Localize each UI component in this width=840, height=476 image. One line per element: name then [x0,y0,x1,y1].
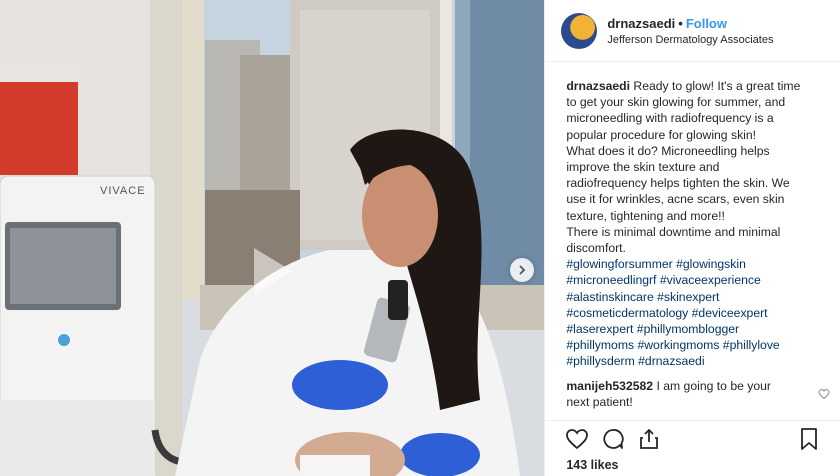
separator-dot: • [678,15,683,31]
comment-text-cont: next patient! [566,394,633,409]
caption-line: to get your skin glowing for summer, and [566,95,786,110]
avatar[interactable] [561,12,598,49]
comment-like-heart-icon[interactable] [818,388,830,400]
likes-count[interactable]: 143 likes [566,458,618,472]
play-icon[interactable] [232,236,302,306]
header-text: drnazsaedi • Follow Jefferson Dermatology … [607,16,773,46]
caption-area: drnazsaedi Ready to glow! It's a great t… [545,78,840,418]
comment-item: manijeh532582 I am going to be your next… [566,378,830,410]
caption-username[interactable]: drnazsaedi [566,79,630,93]
caption-line: improve the skin texture and [566,160,720,175]
share-icon[interactable] [637,427,661,451]
post-sidebar: drnazsaedi • Follow Jefferson Dermatology … [544,0,840,476]
hashtag-line[interactable]: #phillysderm #drnazsaedi [566,353,816,369]
caption-line: Ready to glow! It's a great time [633,79,801,93]
caption-line: use it for wrinkles, acne scars, even sk… [566,192,785,207]
hashtag-line[interactable]: #alastinskincare #skinexpert [566,289,816,305]
caption-line: microneedling with radiofrequency is a [566,111,774,126]
post-header: drnazsaedi • Follow Jefferson Dermatology … [545,0,840,62]
comment-first-line: manijeh532582 I am going to be your [566,378,816,394]
comment-text: I am going to be your [656,378,771,393]
hashtag-line[interactable]: #cosmeticdermatology #deviceexpert [566,305,816,321]
hashtag-line[interactable]: #phillymoms #workingmoms #phillylove [566,337,816,353]
header-username[interactable]: drnazsaedi [607,16,675,31]
heart-icon[interactable] [565,427,589,451]
follow-button[interactable]: Follow [686,16,727,31]
caption-line: texture, tightening and more!! [566,208,725,223]
post-window: VIVACE drnazsaedi • Follow Jefferson Derma… [0,0,840,476]
comment-username[interactable]: manijeh532582 [566,379,653,393]
caption-first-line: drnazsaedi Ready to glow! It's a great t… [566,78,816,94]
caption-line: popular procedure for glowing skin! [566,127,757,142]
caption-line: radiofrequency helps tighten the skin. W… [566,176,790,191]
caption-line: discomfort. [566,241,626,256]
hashtag-line[interactable]: #glowingforsummer #glowingskin [566,256,816,272]
caption-line: There is minimal downtime and minimal [566,224,781,239]
location-link[interactable]: Jefferson Dermatology Associates [607,34,773,46]
hashtag-line[interactable]: #microneedlingrf #vivaceexperience [566,272,816,288]
device-brand-label: VIVACE [100,185,146,197]
post-media[interactable]: VIVACE [0,0,545,476]
chevron-right-icon [519,265,526,275]
hashtag-line[interactable]: #laserexpert #phillymomblogger [566,321,816,337]
bookmark-icon[interactable] [797,427,821,451]
header-user-line: drnazsaedi • Follow [607,16,773,31]
caption-line: What does it do? Microneedling helps [566,143,770,158]
action-bar [545,420,840,453]
comment-icon[interactable] [601,427,625,451]
